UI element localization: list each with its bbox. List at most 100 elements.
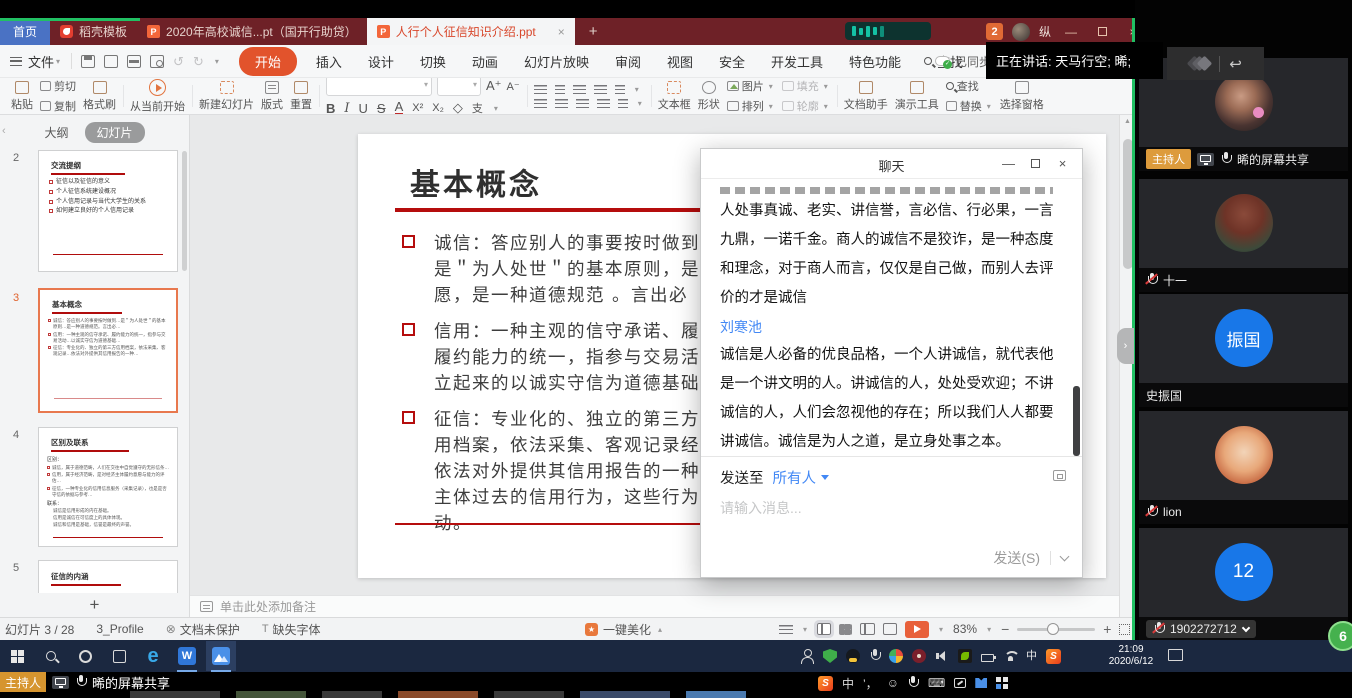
line-spacing-icon[interactable] [615,85,625,94]
antivirus-tray-icon[interactable] [823,649,837,663]
meeting-float-toolbar[interactable]: ↩ [1167,47,1264,80]
menu-devtools[interactable]: 开发工具 [758,52,836,71]
sogou-logo-icon[interactable]: S [818,676,833,691]
font-color-button[interactable]: A [395,101,404,115]
strikethrough-button[interactable]: S [377,101,386,116]
textbox-button[interactable]: 文本框 [658,81,691,112]
normal-view-icon[interactable] [817,623,831,635]
app-tray-icon[interactable] [912,649,926,663]
wifi-tray-icon[interactable] [1003,649,1017,663]
tab-document-1[interactable]: P2020年高校诚信...pt（国开行助贷） [137,18,367,45]
ime-mode-indicator[interactable]: 中 [842,675,854,692]
input-language-indicator[interactable]: 中 [1026,649,1037,663]
ime-toolbox-icon[interactable] [954,678,966,688]
task-view-button[interactable] [102,640,136,672]
nvidia-tray-icon[interactable] [958,649,972,663]
close-tab-icon[interactable]: × [558,25,565,39]
font-decrease-button[interactable]: A⁻ [507,80,520,93]
fit-slide-button[interactable] [1119,624,1130,635]
tab-home[interactable]: 首页 [0,18,50,45]
distribute-icon[interactable] [618,99,628,108]
voice-input-icon[interactable] [908,676,919,690]
send-to-caret-icon[interactable] [821,475,829,480]
chat-titlebar[interactable]: 聊天 — × [701,149,1082,179]
notes-bar[interactable]: 单击此处添加备注 [190,595,1119,617]
return-arrow-icon[interactable]: ↩ [1229,55,1242,73]
sync-status[interactable]: 已同步 [935,53,991,70]
minimize-button[interactable]: — [1060,25,1082,39]
ime-grid-icon[interactable] [996,677,1001,682]
action-center-icon[interactable] [1168,649,1183,661]
fill-button-disabled[interactable]: 填充▾ [782,78,830,94]
subscript-button[interactable]: X₂ [432,102,444,114]
meeting-app-button[interactable] [204,640,238,672]
menu-animation[interactable]: 动画 [459,52,511,71]
shape-button[interactable]: 形状 [698,81,720,112]
reading-view-icon[interactable] [860,623,875,635]
hamburger-icon[interactable] [10,57,22,66]
participant-tile[interactable]: 12 1902272712 [1139,528,1348,641]
menu-insert[interactable]: 插入 [303,52,355,71]
align-right-icon[interactable] [576,99,589,108]
numbered-list-icon[interactable] [555,85,565,94]
print-preview-icon[interactable] [150,55,164,68]
save-icon[interactable] [81,55,95,68]
decrease-indent-icon[interactable] [573,85,586,94]
align-left-icon[interactable] [534,99,547,108]
menu-features[interactable]: 特色功能 [836,52,914,71]
wps-taskbar-button[interactable]: W [170,640,204,672]
speaker-tray-icon[interactable] [935,649,949,663]
zoom-level[interactable]: 83% [953,622,977,636]
doc-assistant-button[interactable]: 文档助手 [844,81,888,112]
new-tab-button[interactable]: + [575,18,612,45]
menu-slideshow[interactable]: 幻灯片放映 [511,52,602,71]
taskbar-search-button[interactable] [34,640,68,672]
mic-tray-icon[interactable] [869,649,880,663]
add-slide-button[interactable]: + [0,593,189,617]
menu-view[interactable]: 视图 [654,52,706,71]
highlight-button[interactable]: ◇ [453,100,463,115]
status-widget[interactable] [845,22,931,40]
present-tools-button[interactable]: 演示工具 [895,81,939,112]
underline-button[interactable]: U [359,101,368,116]
export-icon[interactable] [104,55,118,68]
chat-sender[interactable]: 刘寒池 [720,313,1063,341]
people-tray-icon[interactable] [800,649,814,663]
chat-minimize-button[interactable]: — [995,156,1022,171]
battery-tray-icon[interactable] [981,654,994,662]
zoom-in-button[interactable]: + [1103,621,1111,637]
scroll-up-icon[interactable]: ▲ [1124,118,1131,125]
justify-icon[interactable] [597,99,610,108]
emoji-icon[interactable]: ☺ [887,676,899,690]
expand-pane-handle[interactable]: › [1117,328,1134,364]
increase-indent-icon[interactable] [594,85,607,94]
tab-outline[interactable]: 大纲 [44,124,68,141]
reset-button[interactable]: 重置 [290,81,312,112]
account-avatar[interactable] [1012,23,1030,41]
paste-button[interactable]: 粘贴 [11,81,33,112]
panel-scrollbar[interactable] [182,151,187,271]
protection-status[interactable]: ⊗文档未保护 [166,621,240,638]
chat-message-list[interactable]: 人处事真诚、老实、讲信誉，言必信、行必果，一言九鼎，一诺千金。商人的诚信不是狡诈… [701,180,1082,456]
slideshow-play-button[interactable] [905,621,929,638]
selection-pane-button[interactable]: 选择窗格 [1000,81,1044,112]
text-tool-button[interactable]: 支 [472,100,483,115]
italic-button[interactable]: I [344,101,349,116]
qq-tray-icon[interactable] [846,649,860,663]
undo-icon[interactable]: ↺ [173,55,184,68]
zoom-out-button[interactable]: − [1001,621,1009,637]
layout-button[interactable]: 版式 [261,81,283,112]
notification-badge[interactable]: 2 [986,23,1003,40]
presenter-view-icon[interactable] [883,623,897,635]
tab-document-2-active[interactable]: P人行个人征信知识介绍.ppt× [367,18,575,45]
copy-button[interactable]: 复制 [40,98,76,114]
slide-thumbnail-4[interactable]: 区别及联系 区别： 诚信，属于道德范畴，人们在交往中自觉遵守的无形信条… 信用，… [38,427,178,547]
send-options-caret-icon[interactable] [1060,552,1070,562]
soft-keyboard-icon[interactable]: ⌨ [928,676,945,690]
menu-design[interactable]: 设计 [355,52,407,71]
meeting-timer-badge[interactable]: 6 [1328,621,1352,651]
font-size-select[interactable] [437,78,481,96]
menu-file[interactable]: 文件 [28,52,54,71]
quick-access-caret-icon[interactable]: ▾ [215,57,219,66]
slide-thumbnail-3-active[interactable]: 基本概念 诚信：答应别人的事要按时做到…是＂为人处世＂的基本原则…是一种道德规范… [38,288,178,413]
